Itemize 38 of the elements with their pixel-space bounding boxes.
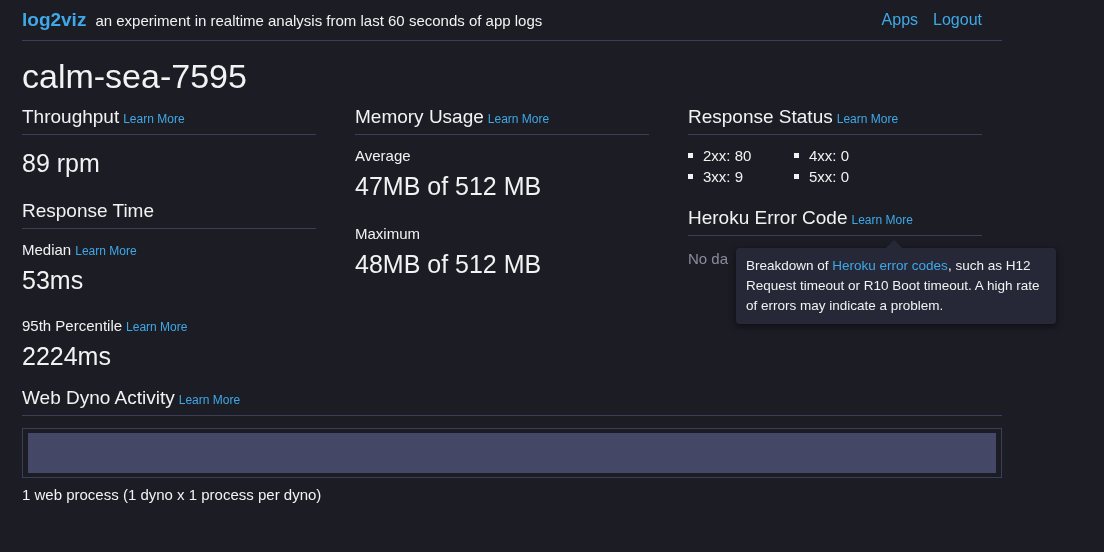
empty-message: No da [688, 250, 729, 267]
section-heading: Memory Usage Learn More [355, 106, 649, 135]
metric-label: 95th Percentile Learn More [22, 317, 189, 334]
status-count: 5xx: 0 [809, 168, 850, 185]
bullet-icon [794, 153, 799, 158]
status-count: 4xx: 0 [809, 147, 850, 164]
learn-more-link[interactable]: Learn More [126, 320, 188, 334]
error-codes-link[interactable]: Heroku error codes [832, 258, 948, 273]
brand-logo[interactable]: log2viz [22, 9, 87, 31]
metric-value: 47MB of 512 MB [355, 172, 543, 201]
bullet-icon [688, 174, 693, 179]
metric-value: 48MB of 512 MB [355, 250, 543, 279]
nav-link[interactable]: Logout [933, 11, 982, 29]
section-heading: Web Dyno Activity Learn More [22, 387, 1002, 416]
section-heading: Response Status Learn More [688, 106, 982, 135]
section-heading: Heroku Error Code Learn More [688, 207, 982, 236]
learn-more-link[interactable]: Learn More [851, 213, 913, 227]
status-count: 2xx: 80 [703, 147, 752, 164]
metric-label: Maximum [355, 225, 421, 242]
throughput-value: 89 rpm [22, 149, 101, 178]
section-heading: Throughput Learn More [22, 106, 316, 135]
learn-more-link[interactable]: Learn More [75, 244, 137, 258]
metric-value: 53ms [22, 266, 85, 295]
status-count: 3xx: 9 [703, 168, 744, 185]
metric-value: 2224ms [22, 342, 112, 371]
metric-label: Median Learn More [22, 241, 138, 258]
section-heading: Response Time [22, 200, 316, 229]
learn-more-link[interactable]: Learn More [487, 112, 550, 126]
learn-more-link[interactable]: Learn More [836, 112, 899, 126]
tagline: an experiment in realtime analysis from last 60 seconds of app logs [95, 11, 544, 29]
nav-link[interactable]: Apps [881, 11, 919, 29]
bullet-icon [794, 174, 799, 179]
learn-more-link[interactable]: Learn More [178, 393, 241, 407]
app-name: calm-sea-7595 [22, 57, 248, 96]
dyno-caption: 1 web process (1 dyno x 1 process per dyno) [22, 486, 323, 503]
metric-label: Average [355, 147, 412, 164]
learn-more-link[interactable]: Learn More [123, 112, 185, 126]
bullet-icon [688, 153, 693, 158]
